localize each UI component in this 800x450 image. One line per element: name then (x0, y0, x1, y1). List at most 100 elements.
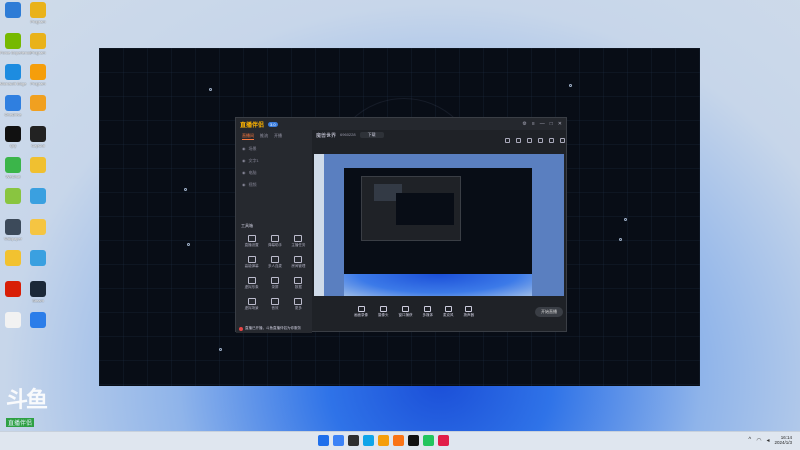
taskbar-app-icon[interactable] (348, 435, 359, 446)
control-button[interactable]: 麦克风 (443, 306, 454, 318)
desktop-shortcut[interactable]: GeForce Experience (0, 33, 31, 55)
room-category-pill[interactable]: 下载 (359, 132, 384, 138)
version-badge[interactable]: 3.0 (268, 121, 278, 127)
tool-item[interactable]: 直播设置 (240, 235, 263, 248)
desktop-shortcut[interactable] (25, 95, 51, 112)
video-eye-icon: ◉ (242, 182, 246, 187)
desktop-shortcut[interactable] (25, 219, 51, 236)
tool-icon (247, 298, 256, 305)
desktop-shortcut[interactable]: CapCut (25, 126, 51, 148)
scene-row[interactable]: ◉ 视频 (236, 179, 312, 191)
desktop-shortcut[interactable] (25, 157, 51, 174)
close-icon[interactable]: ✕ (558, 121, 562, 127)
tool-label: 虚拟形象 (244, 285, 259, 289)
desktop-shortcut[interactable] (0, 188, 26, 205)
minimize-icon[interactable]: — (540, 121, 545, 127)
desktop-shortcut[interactable]: WeChat (0, 157, 26, 179)
control-button[interactable]: 摄像头 (378, 306, 389, 318)
scene-row-label: 文字1 (248, 158, 259, 163)
tab-stream[interactable]: 推流 (260, 133, 268, 140)
tool-item[interactable]: 数据 (287, 277, 310, 290)
room-title[interactable]: 魔兽世界 (316, 132, 336, 139)
desktop-shortcut[interactable]: Wallpaper (0, 219, 26, 241)
desktop-shortcut[interactable]: OneDrive (0, 95, 26, 117)
taskbar-app-icon[interactable] (318, 435, 329, 446)
tool-item[interactable]: 弹幕助手 (263, 235, 286, 248)
desktop-shortcut[interactable] (25, 188, 51, 205)
desktop-shortcut[interactable]: Program (25, 64, 51, 86)
maximize-icon[interactable]: □ (550, 121, 553, 127)
tool-item[interactable]: 录屏 (263, 277, 286, 290)
scene-row[interactable]: ◉ 文字1 (236, 155, 312, 167)
tool-icon (270, 256, 279, 263)
desktop-shortcut[interactable] (25, 250, 51, 267)
network-icon[interactable]: ◠ (756, 437, 761, 444)
bag-icon[interactable] (527, 138, 532, 143)
user-icon[interactable] (538, 138, 543, 143)
stream-preview[interactable] (314, 154, 564, 296)
volume-icon[interactable]: ◂ (766, 437, 769, 444)
watermark-subtitle: 直播伴侣 (6, 418, 35, 427)
taskbar-app-icon[interactable] (378, 435, 389, 446)
desktop-shortcut[interactable]: Microsoft Edge (0, 64, 26, 86)
bell-icon[interactable] (549, 138, 554, 143)
tool-item[interactable]: 房间管理 (287, 256, 310, 269)
taskbar-app-icon[interactable] (408, 435, 419, 446)
nested-inner-frame (396, 193, 454, 225)
start-live-button[interactable]: 开始直播 (535, 307, 563, 317)
desktop-shortcut[interactable]: Steam (25, 281, 51, 303)
tool-item[interactable]: 更多 (287, 298, 310, 311)
scene-row-label: 视频 (248, 182, 257, 187)
control-label: 扬声器 (463, 313, 475, 317)
control-button[interactable]: 窗口捕获 (399, 306, 413, 318)
douyu-live-companion-window[interactable]: 直播伴侣 3.0 ⚙ ≡ — □ ✕ 直播间 推流 开播 ◉ 场景 ◉ 文字1 ◉ 电… (235, 117, 567, 333)
nested-wallpaper (344, 274, 532, 296)
desktop-shortcut[interactable] (0, 250, 26, 267)
desktop-shortcut-label: Program (30, 81, 46, 86)
desktop-shortcut[interactable] (0, 281, 26, 298)
tool-item[interactable]: 音效 (263, 298, 286, 311)
chat-icon[interactable] (516, 138, 521, 143)
tool-item[interactable]: 多人连麦 (263, 256, 286, 269)
tool-icon (270, 277, 279, 284)
clock-date: 2024/1/3 (774, 440, 792, 445)
taskbar-app-icon[interactable] (333, 435, 344, 446)
tool-item[interactable]: 虚拟场景 (240, 298, 263, 311)
menu-icon[interactable]: ≡ (532, 121, 535, 127)
desktop-shortcut[interactable]: QQ (0, 126, 26, 148)
desktop-shortcut[interactable]: Program (25, 33, 51, 55)
camera-icon (379, 306, 387, 312)
control-button[interactable]: 多媒体 (423, 306, 433, 318)
watermark-logo: 斗鱼 (6, 388, 48, 413)
decor-dot (187, 243, 190, 246)
taskbar-app-icon[interactable] (363, 435, 374, 446)
app-icon-8 (30, 250, 46, 266)
tool-label: 房间管理 (291, 264, 306, 268)
control-button[interactable]: 画面录像 (354, 306, 368, 318)
wechat-icon (5, 157, 21, 173)
text-eye-icon: ◉ (242, 158, 246, 163)
taskbar-app-icon[interactable] (423, 435, 434, 446)
chevron-up-icon[interactable]: ^ (748, 437, 751, 443)
desktop-shortcut[interactable] (25, 312, 51, 329)
settings-icon[interactable]: ⚙ (522, 121, 526, 127)
gift-icon[interactable] (505, 138, 510, 143)
tab-live-room[interactable]: 直播间 (242, 133, 254, 140)
desktop-shortcut[interactable] (0, 2, 26, 19)
clock[interactable]: 16:14 2024/1/3 (774, 435, 792, 445)
tool-item[interactable]: 高能弹幕 (240, 256, 263, 269)
scene-row[interactable]: ◉ 电脑 (236, 167, 312, 179)
taskbar-app-icon[interactable] (393, 435, 404, 446)
desktop-shortcut[interactable]: Program (25, 2, 51, 24)
desktop-shortcut[interactable] (0, 312, 26, 329)
douyu-watermark: 斗鱼 直播伴侣 (6, 390, 60, 430)
scene-row[interactable]: ◉ 场景 (236, 143, 312, 155)
tool-item[interactable]: 虚拟形象 (240, 277, 263, 290)
desktop-shortcut-label: Microsoft Edge (0, 81, 27, 86)
taskbar-app-icon[interactable] (438, 435, 449, 446)
scene-eye-icon: ◉ (242, 146, 246, 151)
tab-start[interactable]: 开播 (274, 133, 282, 140)
control-button[interactable]: 扬声器 (463, 306, 475, 318)
tool-item[interactable]: 主播任务 (287, 235, 310, 248)
share-icon[interactable] (560, 138, 565, 143)
